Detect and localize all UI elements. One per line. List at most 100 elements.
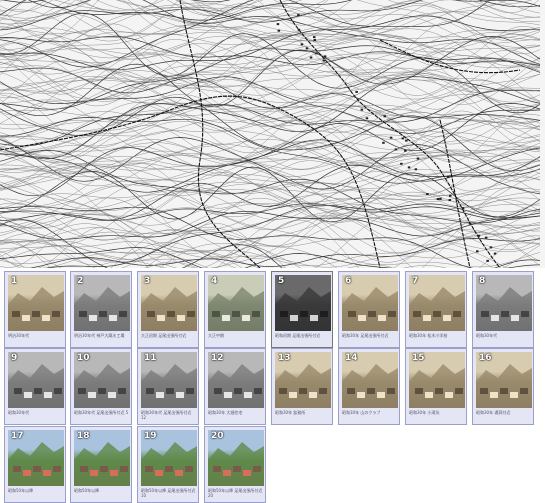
photo-thumbnail[interactable]: 20 昭和50年以降 足尾出張所付近 20 <box>204 426 266 503</box>
photo-thumbnail[interactable]: 2 明治30年代 神戸大蔵水工場 <box>70 271 132 348</box>
thumbnail-number: 10 <box>77 353 90 363</box>
photo-thumbnail[interactable]: 7 昭和30年 松木小学校 <box>405 271 467 348</box>
building-shape <box>453 311 461 317</box>
building-shape <box>521 311 529 317</box>
building-mark <box>484 236 488 239</box>
building-mark <box>439 197 442 200</box>
building-shape <box>78 388 86 394</box>
contour-line <box>0 212 541 268</box>
hill-shape <box>74 442 130 486</box>
photo-thumbnail[interactable]: 19 昭和50年以降 足尾出張所付近 10 <box>137 426 199 503</box>
building-mark <box>446 176 450 179</box>
photo-thumbnail[interactable]: 13 昭和30年 鉱務所 <box>271 348 333 425</box>
building-mark <box>493 252 497 255</box>
thumbnail-caption: 昭和30年 通洞付近 <box>476 410 511 415</box>
building-shape <box>147 311 155 317</box>
photo-thumbnail[interactable]: 15 昭和30年 小滝坑 <box>405 348 467 425</box>
photo-thumbnail[interactable]: 17 昭和50年以降 <box>4 426 66 503</box>
building-mark <box>404 149 407 152</box>
photo-thumbnail[interactable]: 14 昭和30年 山のクラブ <box>338 348 400 425</box>
building-shape <box>443 315 451 321</box>
photo-thumbnail[interactable]: 12 昭和30年 大畑住宅 <box>204 348 266 425</box>
building-shape <box>222 315 230 321</box>
thumbnail-number: 18 <box>77 431 90 441</box>
building-shape <box>213 466 221 472</box>
topographic-map[interactable] <box>0 0 545 268</box>
hill-shape <box>8 442 64 486</box>
building-shape <box>387 388 395 394</box>
building-shape <box>223 470 231 476</box>
building-mark <box>382 141 385 144</box>
building-mark <box>297 28 301 31</box>
building-shape <box>358 315 366 321</box>
building-shape <box>100 466 108 472</box>
building-mark <box>448 199 451 202</box>
building-shape <box>433 311 441 317</box>
building-shape <box>243 470 251 476</box>
hill-shape <box>275 287 331 331</box>
thumbnail-number: 8 <box>479 276 486 286</box>
hill-shape <box>141 364 197 408</box>
photo-thumbnail[interactable]: 5 昭和初期 足尾出張所付近 <box>271 271 333 348</box>
building-mark <box>323 55 327 58</box>
building-shape <box>214 388 222 394</box>
thumbnail-caption: 昭和30年 山のクラブ <box>342 410 381 415</box>
photo-thumbnail[interactable]: 10 昭和30年代 足尾出張所付近 5 <box>70 348 132 425</box>
thumbnail-caption: 昭和初期 足尾出張所付近 <box>275 333 321 338</box>
contour-line <box>0 27 541 91</box>
thumbnail-image: 10 <box>74 352 130 408</box>
hill-shape <box>476 364 532 408</box>
photo-thumbnail-grid: 1 明治30年代 2 明治30年代 神戸大蔵水工場 3 大正初期 足尾出張所付近 4 大正中期… <box>0 268 545 503</box>
building-mark <box>436 198 440 200</box>
thumbnail-image: 3 <box>141 275 197 331</box>
thumbnail-number: 2 <box>77 276 84 286</box>
building-shape <box>491 315 499 321</box>
photo-thumbnail[interactable]: 4 大正中期 <box>204 271 266 348</box>
thumbnail-image: 19 <box>141 430 197 486</box>
photo-thumbnail[interactable]: 16 昭和30年 通洞付近 <box>472 348 534 425</box>
building-shape <box>319 388 327 394</box>
building-mark <box>309 56 313 59</box>
building-shape <box>280 311 288 317</box>
building-shape <box>98 388 106 394</box>
building-shape <box>367 388 375 394</box>
hill-shape <box>8 287 64 331</box>
photo-thumbnail[interactable]: 3 大正初期 足尾出張所付近 <box>137 271 199 348</box>
photo-thumbnail[interactable]: 9 昭和30年代 <box>4 348 66 425</box>
photo-thumbnail[interactable]: 1 明治30年代 <box>4 271 66 348</box>
photo-thumbnail[interactable]: 6 昭和30年 足尾出張所付近 <box>338 271 400 348</box>
hill-shape <box>141 287 197 331</box>
building-mark <box>300 43 304 46</box>
building-shape <box>110 470 118 476</box>
building-shape <box>156 392 164 398</box>
building-shape <box>500 388 508 394</box>
thumbnail-number: 6 <box>345 276 352 286</box>
building-shape <box>415 388 423 394</box>
thumbnail-image: 9 <box>8 352 64 408</box>
building-shape <box>232 311 240 317</box>
building-shape <box>12 311 20 317</box>
building-shape <box>23 470 31 476</box>
building-shape <box>254 388 262 394</box>
building-shape <box>320 311 328 317</box>
building-shape <box>33 466 41 472</box>
building-shape <box>435 388 443 394</box>
thumbnail-image: 7 <box>409 275 465 331</box>
thumbnail-caption: 明治30年代 <box>8 333 30 338</box>
photo-thumbnail[interactable]: 11 昭和30年代 足尾出張所付近 12 <box>137 348 199 425</box>
building-shape <box>378 315 386 321</box>
building-shape <box>53 466 61 472</box>
thumbnail-image: 11 <box>141 352 197 408</box>
photo-thumbnail[interactable]: 18 昭和50年以降 <box>70 426 132 503</box>
thumbnail-image: 8 <box>476 275 532 331</box>
photo-thumbnail[interactable]: 8 昭和30年代 <box>472 271 534 348</box>
building-shape <box>119 311 127 317</box>
building-mark <box>365 117 369 120</box>
thumbnail-image: 20 <box>208 430 264 486</box>
building-mark <box>416 157 420 160</box>
building-shape <box>166 388 174 394</box>
building-mark <box>426 193 429 195</box>
building-shape <box>253 466 261 472</box>
building-shape <box>175 470 183 476</box>
building-shape <box>511 315 519 321</box>
